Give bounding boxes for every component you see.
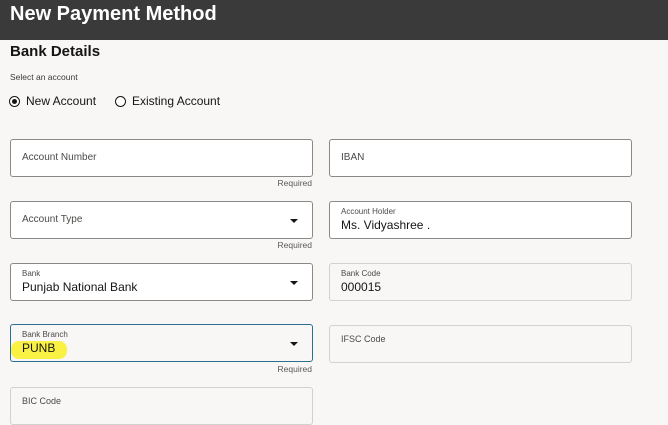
existing-account-radio[interactable]: Existing Account (115, 93, 220, 109)
new-account-label: New Account (26, 94, 97, 108)
iban-label: IBAN (341, 152, 365, 163)
bank-code-field: Bank Code 000015 (329, 263, 632, 301)
caret-down-icon (290, 342, 298, 346)
bank-branch-value: PUNB (22, 341, 56, 355)
account-holder-label: Account Holder (341, 207, 396, 216)
account-number-input[interactable]: Account Number (10, 139, 313, 177)
bank-branch-required: Required (277, 364, 313, 374)
account-type-label: Account Type (22, 214, 83, 225)
page-title: New Payment Method (10, 3, 217, 25)
bank-select[interactable]: Bank Punjab National Bank (10, 263, 313, 301)
bic-code-field: BIC Code (10, 387, 313, 425)
new-account-radio[interactable]: New Account (9, 93, 96, 109)
radio-unselected-icon (115, 95, 126, 107)
account-select-label: Select an account (10, 72, 78, 82)
account-type-select[interactable]: Account Type (10, 201, 313, 239)
account-holder-input[interactable]: Account Holder Ms. Vidyashree . (329, 201, 632, 239)
account-type-required: Required (277, 240, 313, 250)
radio-selected-icon (9, 95, 20, 107)
bank-branch-label: Bank Branch (22, 330, 68, 339)
section-title: Bank Details (10, 43, 101, 60)
ifsc-code-label: IFSC Code (341, 334, 386, 344)
iban-input[interactable]: IBAN (329, 139, 632, 177)
bic-code-label: BIC Code (22, 396, 62, 406)
existing-account-label: Existing Account (132, 94, 221, 108)
caret-down-icon (290, 281, 298, 285)
ifsc-code-field: IFSC Code (329, 325, 632, 363)
account-number-label: Account Number (22, 152, 97, 163)
bank-code-label: Bank Code (341, 269, 381, 278)
bank-label: Bank (22, 269, 41, 278)
bank-code-value: 000015 (341, 280, 382, 294)
bank-branch-select[interactable]: Bank Branch PUNB (10, 324, 313, 362)
page-header: New Payment Method (0, 0, 668, 40)
bank-value: Punjab National Bank (22, 280, 138, 294)
account-holder-value: Ms. Vidyashree . (341, 218, 431, 232)
account-number-required: Required (277, 178, 313, 188)
caret-down-icon (290, 219, 298, 223)
